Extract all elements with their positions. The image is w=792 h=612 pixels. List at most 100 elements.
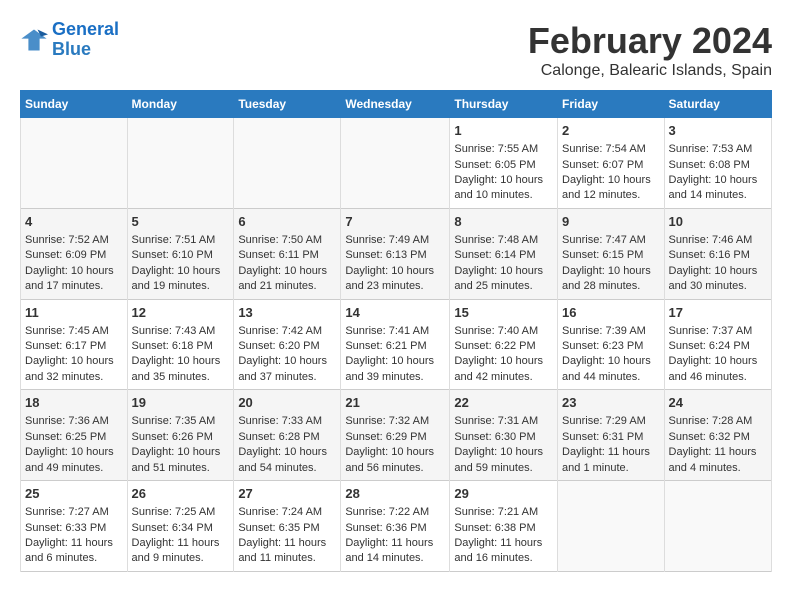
- day-info: Sunset: 6:10 PM: [132, 248, 230, 263]
- day-info: Daylight: 10 hours: [132, 264, 230, 279]
- day-info: Sunset: 6:24 PM: [669, 339, 767, 354]
- day-number: 17: [669, 304, 767, 322]
- calendar-cell: [341, 118, 450, 209]
- day-info: Daylight: 10 hours: [454, 445, 553, 460]
- day-info: Daylight: 10 hours: [238, 354, 336, 369]
- day-number: 28: [345, 485, 445, 503]
- day-info: and 54 minutes.: [238, 461, 336, 476]
- page-header: General Blue February 2024 Calonge, Bale…: [20, 20, 772, 80]
- calendar-cell: 13Sunrise: 7:42 AMSunset: 6:20 PMDayligh…: [234, 299, 341, 390]
- day-info: Sunset: 6:22 PM: [454, 339, 553, 354]
- calendar-cell: 23Sunrise: 7:29 AMSunset: 6:31 PMDayligh…: [558, 390, 665, 481]
- calendar-cell: 16Sunrise: 7:39 AMSunset: 6:23 PMDayligh…: [558, 299, 665, 390]
- calendar-cell: 9Sunrise: 7:47 AMSunset: 6:15 PMDaylight…: [558, 208, 665, 299]
- day-info: and 56 minutes.: [345, 461, 445, 476]
- day-info: and 23 minutes.: [345, 279, 445, 294]
- day-info: Sunrise: 7:25 AM: [132, 505, 230, 520]
- day-info: Daylight: 10 hours: [25, 354, 123, 369]
- day-info: Daylight: 11 hours: [669, 445, 767, 460]
- calendar-cell: 22Sunrise: 7:31 AMSunset: 6:30 PMDayligh…: [450, 390, 558, 481]
- day-number: 23: [562, 394, 660, 412]
- header-wednesday: Wednesday: [341, 91, 450, 118]
- day-number: 12: [132, 304, 230, 322]
- header-sunday: Sunday: [21, 91, 128, 118]
- day-info: Sunset: 6:35 PM: [238, 521, 336, 536]
- day-info: Sunrise: 7:55 AM: [454, 142, 553, 157]
- day-number: 1: [454, 122, 553, 140]
- week-row-0: 1 Sunrise: 7:55 AMSunset: 6:05 PMDaylight…: [21, 118, 772, 209]
- day-info: Sunset: 6:17 PM: [25, 339, 123, 354]
- day-info: Sunset: 6:08 PM: [669, 158, 767, 173]
- day-info: Sunrise: 7:43 AM: [132, 324, 230, 339]
- day-info: Sunrise: 7:54 AM: [562, 142, 660, 157]
- day-info: Sunrise: 7:22 AM: [345, 505, 445, 520]
- day-info: Sunrise: 7:27 AM: [25, 505, 123, 520]
- day-info: and 46 minutes.: [669, 370, 767, 385]
- calendar-cell: 10Sunrise: 7:46 AMSunset: 6:16 PMDayligh…: [664, 208, 771, 299]
- day-info: Sunrise: 7:46 AM: [669, 233, 767, 248]
- day-number: 21: [345, 394, 445, 412]
- title-section: February 2024 Calonge, Balearic Islands,…: [528, 20, 772, 80]
- day-info: and 19 minutes.: [132, 279, 230, 294]
- day-info: Sunrise: 7:40 AM: [454, 324, 553, 339]
- day-info: Sunrise: 7:41 AM: [345, 324, 445, 339]
- day-number: 10: [669, 213, 767, 231]
- calendar-cell: [234, 118, 341, 209]
- day-info: Sunrise: 7:52 AM: [25, 233, 123, 248]
- day-info: Sunrise: 7:28 AM: [669, 414, 767, 429]
- day-info: Sunrise: 7:49 AM: [345, 233, 445, 248]
- day-info: and 30 minutes.: [669, 279, 767, 294]
- day-number: 4: [25, 213, 123, 231]
- day-info: and 42 minutes.: [454, 370, 553, 385]
- day-info: and 59 minutes.: [454, 461, 553, 476]
- week-row-1: 4 Sunrise: 7:52 AMSunset: 6:09 PM Daylight…: [21, 208, 772, 299]
- day-info: Sunrise: 7:50 AM: [238, 233, 336, 248]
- day-info: and 11 minutes.: [238, 551, 336, 566]
- day-info: Sunset: 6:26 PM: [132, 430, 230, 445]
- logo-line2: Blue: [52, 39, 91, 59]
- day-info: Daylight: 10 hours: [132, 445, 230, 460]
- day-info: and 39 minutes.: [345, 370, 445, 385]
- day-info: Sunrise: 7:51 AM: [132, 233, 230, 248]
- day-info: Sunset: 6:05 PM: [454, 158, 553, 173]
- day-info: and 6 minutes.: [25, 551, 123, 566]
- calendar-cell: 4Sunrise: 7:52 AMSunset: 6:09 PMDaylight…: [21, 208, 128, 299]
- calendar-cell: [21, 118, 128, 209]
- calendar-cell: [664, 481, 771, 572]
- day-info: Daylight: 10 hours: [669, 354, 767, 369]
- day-info: Sunset: 6:21 PM: [345, 339, 445, 354]
- day-number: 7: [345, 213, 445, 231]
- day-info: and 9 minutes.: [132, 551, 230, 566]
- day-info: Daylight: 10 hours: [454, 173, 553, 188]
- day-info: Daylight: 10 hours: [562, 264, 660, 279]
- calendar-cell: 19Sunrise: 7:35 AMSunset: 6:26 PMDayligh…: [127, 390, 234, 481]
- day-info: Daylight: 11 hours: [132, 536, 230, 551]
- day-info: Daylight: 10 hours: [25, 445, 123, 460]
- calendar-cell: 26Sunrise: 7:25 AMSunset: 6:34 PMDayligh…: [127, 481, 234, 572]
- calendar-cell: 24Sunrise: 7:28 AMSunset: 6:32 PMDayligh…: [664, 390, 771, 481]
- day-info: Sunrise: 7:21 AM: [454, 505, 553, 520]
- day-info: Sunrise: 7:24 AM: [238, 505, 336, 520]
- day-info: Sunrise: 7:31 AM: [454, 414, 553, 429]
- day-info: Daylight: 11 hours: [25, 536, 123, 551]
- header-friday: Friday: [558, 91, 665, 118]
- day-info: Sunset: 6:30 PM: [454, 430, 553, 445]
- day-info: Daylight: 10 hours: [669, 264, 767, 279]
- day-info: Daylight: 10 hours: [454, 264, 553, 279]
- logo-line1: General: [52, 19, 119, 39]
- day-number: 6: [238, 213, 336, 231]
- day-info: Sunset: 6:09 PM: [25, 248, 123, 263]
- day-info: and 14 minutes.: [345, 551, 445, 566]
- day-number: 13: [238, 304, 336, 322]
- day-number: 14: [345, 304, 445, 322]
- day-info: and 28 minutes.: [562, 279, 660, 294]
- day-number: 3: [669, 122, 767, 140]
- day-info: Daylight: 11 hours: [454, 536, 553, 551]
- day-number: 5: [132, 213, 230, 231]
- day-info: Sunset: 6:33 PM: [25, 521, 123, 536]
- calendar-header-row: SundayMondayTuesdayWednesdayThursdayFrid…: [21, 91, 772, 118]
- day-number: 11: [25, 304, 123, 322]
- day-number: 16: [562, 304, 660, 322]
- header-tuesday: Tuesday: [234, 91, 341, 118]
- calendar-cell: 11Sunrise: 7:45 AMSunset: 6:17 PMDayligh…: [21, 299, 128, 390]
